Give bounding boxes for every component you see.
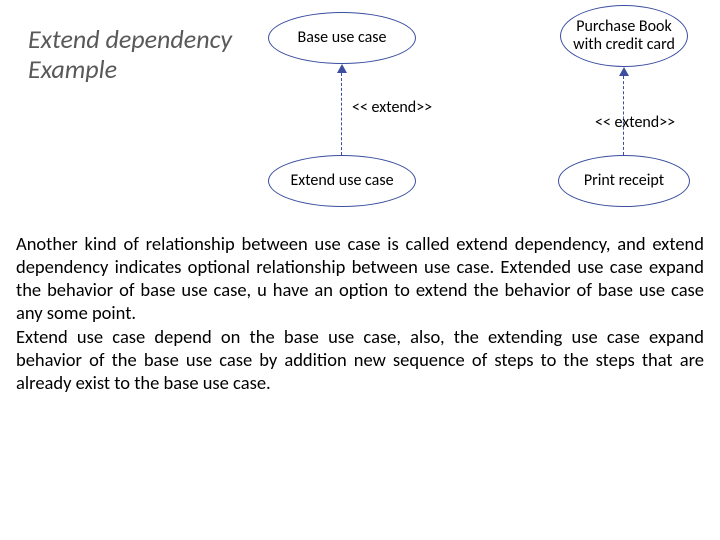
stereotype-right: << extend>> bbox=[595, 113, 675, 132]
extend-arrow-left-head bbox=[337, 64, 347, 73]
body-text: Another kind of relationship between use… bbox=[16, 232, 704, 394]
usecase-base: Base use case bbox=[268, 12, 416, 64]
usecase-extend: Extend use case bbox=[268, 155, 416, 207]
slide-title: Extend dependency Example bbox=[28, 25, 232, 85]
paragraph-1: Another kind of relationship between use… bbox=[16, 232, 704, 324]
usecase-print-receipt: Print receipt bbox=[558, 155, 690, 207]
paragraph-2: Extend use case depend on the base use c… bbox=[16, 325, 704, 394]
usecase-purchase-label: Purchase Book with credit card bbox=[569, 18, 679, 53]
extend-arrow-right-head bbox=[619, 67, 629, 76]
usecase-base-label: Base use case bbox=[298, 29, 387, 47]
extend-arrow-left-line bbox=[341, 73, 342, 155]
usecase-extend-label: Extend use case bbox=[290, 172, 393, 190]
stereotype-left: << extend>> bbox=[352, 98, 432, 117]
title-line-1: Extend dependency bbox=[28, 23, 232, 55]
title-line-2: Example bbox=[28, 53, 117, 85]
usecase-purchase: Purchase Book with credit card bbox=[560, 5, 688, 67]
usecase-print-label: Print receipt bbox=[584, 172, 664, 190]
